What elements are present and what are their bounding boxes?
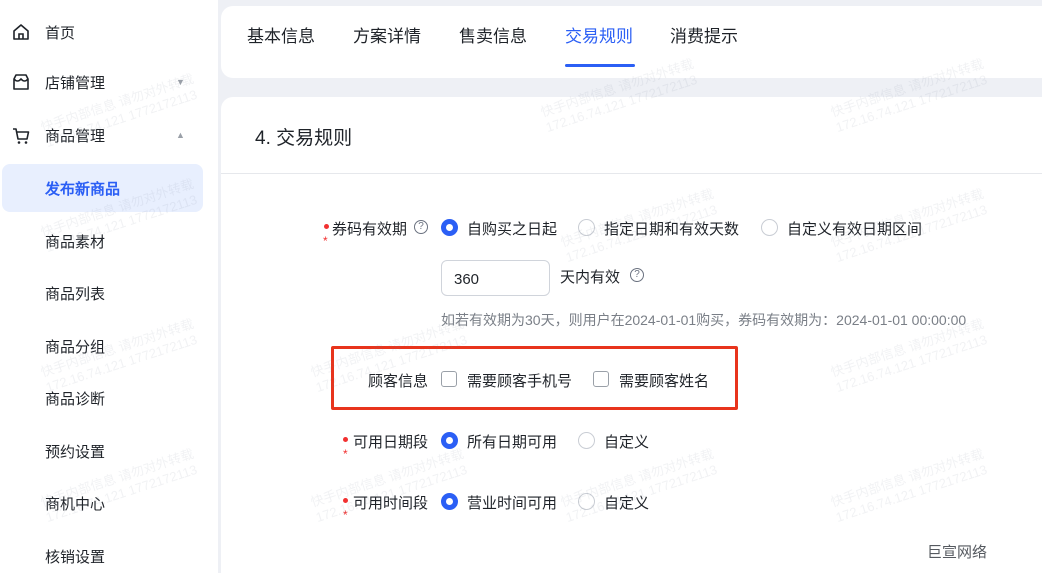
home-icon [13,24,29,40]
sidebar-item-booking[interactable]: 预约设置 [0,427,218,475]
radio-label: 营业时间可用 [467,495,558,512]
checkbox-require-name[interactable] [593,371,609,387]
days-suffix: 天内有效 [560,269,621,286]
customer-info-label: 顾客信息 [368,373,429,390]
radio-business-hours[interactable] [441,493,458,510]
nav-shop[interactable]: 店铺管理 ▼ [0,62,218,102]
required-mark: * [343,447,348,461]
radio-label: 自定义 [604,434,650,451]
required-mark: * [323,234,328,248]
checkbox-label: 需要顾客手机号 [467,373,573,390]
nav-goods-label: 商品管理 [45,127,106,145]
radio-label: 所有日期可用 [467,434,558,451]
radio-label: 自定义有效日期区间 [787,221,923,238]
required-dot [324,224,329,229]
sidebar-item-label: 核销设置 [45,548,106,566]
tab-trade-rules[interactable]: 交易规则 [565,22,633,47]
brand-watermark: 巨宣网络 [926,544,987,561]
chevron-up-icon[interactable]: ▲ [176,130,185,140]
nav-goods[interactable]: 商品管理 ▲ [0,115,218,155]
radio-custom-range[interactable] [761,219,778,236]
help-icon[interactable]: ? [414,220,428,234]
sidebar-item-label: 商品分组 [45,338,106,356]
sidebar-item-verify[interactable]: 核销设置 [0,532,218,573]
radio-custom-time[interactable] [578,493,595,510]
tab-plan-details[interactable]: 方案详情 [353,22,421,47]
sidebar-item-label: 发布新商品 [45,180,121,198]
active-tab-indicator [565,64,635,67]
sidebar-item-label: 商品列表 [45,285,106,303]
radio-custom-dates[interactable] [578,432,595,449]
radio-date-and-days[interactable] [578,219,595,236]
nav-home-label: 首页 [45,24,76,42]
tab-consumer-tips[interactable]: 消费提示 [670,22,738,47]
required-mark: * [343,508,348,522]
cart-icon [13,128,30,144]
checkbox-require-phone[interactable] [441,371,457,387]
sidebar-item-diagnosis[interactable]: 商品诊断 [0,374,218,422]
shop-icon [13,74,29,90]
radio-label: 自购买之日起 [467,221,558,238]
sidebar-item-label: 预约设置 [45,443,106,461]
tab-sale-info[interactable]: 售卖信息 [459,22,527,47]
sidebar-item-label: 商机中心 [45,495,106,513]
required-dot [343,498,348,503]
validity-label: 券码有效期 [332,221,408,238]
sidebar-item-label: 商品素材 [45,233,106,251]
validity-hint: 如若有效期为30天，则用户在2024-01-01购买，券码有效期为：2024-0… [441,312,967,328]
sidebar-item-publish[interactable]: 发布新商品 [0,164,218,212]
sidebar-item-list[interactable]: 商品列表 [0,269,218,317]
time-range-label: 可用时间段 [353,495,429,512]
radio-label: 自定义 [604,495,650,512]
help-icon[interactable]: ? [630,268,644,282]
sidebar: 首页 店铺管理 ▼ 商品管理 ▲ 发布新商品 商品素材 商品列表 商品分组 商品… [0,0,218,573]
sidebar-item-opportunity[interactable]: 商机中心 [0,479,218,527]
sidebar-item-group[interactable]: 商品分组 [0,322,218,370]
checkbox-label: 需要顾客姓名 [619,373,710,390]
chevron-down-icon[interactable]: ▼ [176,77,185,87]
divider [221,173,1042,174]
sidebar-item-label: 商品诊断 [45,390,106,408]
section-title: 4. 交易规则 [255,128,353,149]
sidebar-item-material[interactable]: 商品素材 [0,217,218,265]
nav-shop-label: 店铺管理 [45,74,106,92]
nav-home[interactable]: 首页 [0,12,218,52]
required-dot [343,437,348,442]
tab-basic-info[interactable]: 基本信息 [247,22,315,47]
valid-days-input[interactable]: 360 [441,260,550,296]
date-range-label: 可用日期段 [353,434,429,451]
radio-from-purchase[interactable] [441,219,458,236]
radio-all-dates[interactable] [441,432,458,449]
radio-label: 指定日期和有效天数 [604,221,740,238]
